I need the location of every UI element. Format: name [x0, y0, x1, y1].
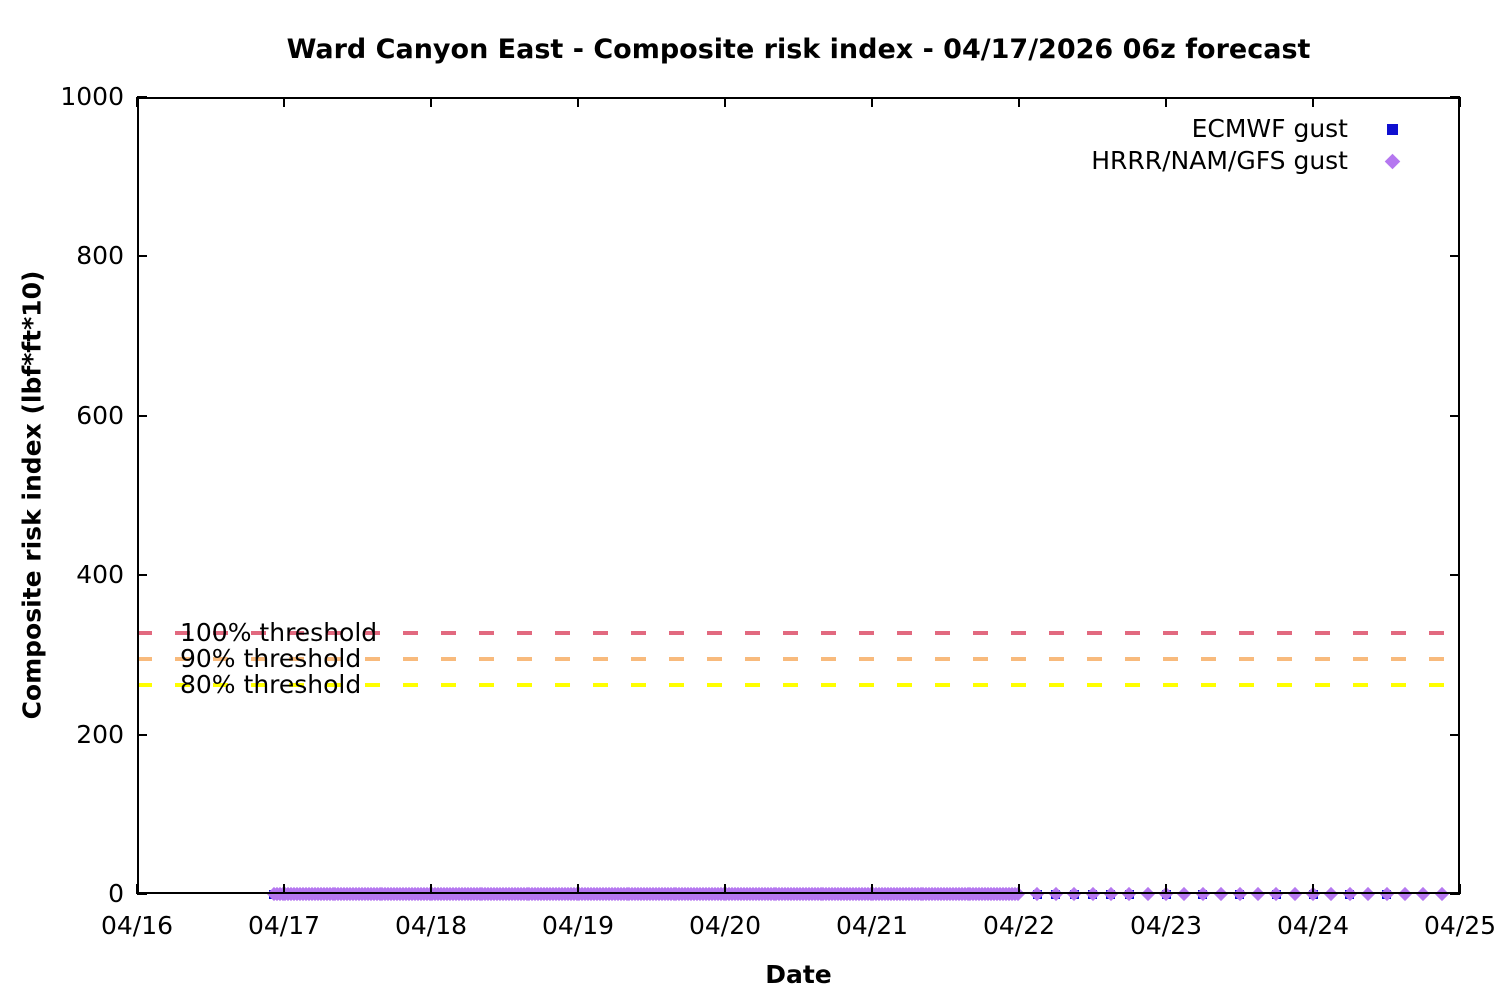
data-point-hrrr-nam-gfs — [1287, 886, 1302, 902]
data-point-hrrr-nam-gfs — [1214, 886, 1229, 902]
data-point-hrrr-nam-gfs — [1140, 886, 1155, 902]
x-tick-mark — [577, 97, 579, 107]
x-tick-mark — [136, 884, 138, 894]
y-tick-mark — [1450, 414, 1460, 417]
x-tick-mark — [283, 884, 285, 894]
composite-risk-chart: Ward Canyon East - Composite risk index … — [0, 0, 1500, 1000]
y-tick-label: 0 — [108, 879, 124, 908]
x-tick-mark — [1312, 884, 1314, 894]
x-axis-title: Date — [765, 960, 832, 989]
plot-area-border — [137, 97, 1460, 894]
y-tick-label: 800 — [76, 241, 124, 271]
y-axis-title: Composite risk index (lbf*ft*10) — [17, 270, 47, 720]
x-tick-label: 04/21 — [835, 911, 909, 940]
x-tick-mark — [1165, 884, 1167, 894]
x-tick-mark — [1018, 884, 1020, 894]
data-point-hrrr-nam-gfs — [1250, 886, 1265, 902]
chart-title: Ward Canyon East - Composite risk index … — [286, 34, 1311, 65]
x-tick-mark — [430, 884, 432, 894]
ecmwf-square-marker-icon — [1386, 123, 1398, 135]
x-tick-mark — [871, 884, 873, 894]
x-tick-label: 04/24 — [1276, 911, 1350, 940]
data-point-hrrr-nam-gfs — [1416, 886, 1431, 902]
y-tick-mark — [137, 96, 147, 98]
y-tick-mark — [1450, 255, 1460, 258]
x-tick-label: 04/20 — [688, 911, 762, 940]
y-tick-mark — [137, 893, 147, 895]
y-tick-mark — [1450, 574, 1460, 577]
x-tick-mark — [1459, 884, 1461, 894]
x-tick-mark — [724, 97, 726, 107]
x-tick-mark — [1018, 97, 1020, 107]
legend-marker-cell — [1386, 123, 1398, 135]
x-tick-mark — [724, 884, 726, 894]
y-tick-label: 200 — [76, 719, 124, 749]
x-tick-mark — [1312, 97, 1314, 107]
x-tick-label: 04/25 — [1423, 911, 1497, 940]
x-tick-mark — [283, 97, 285, 107]
hrrr-nam-gfs-diamond-marker-icon — [1384, 153, 1400, 169]
legend-label-ecmwf: ECMWF gust — [1191, 114, 1348, 143]
x-tick-label: 04/22 — [982, 911, 1056, 940]
y-tick-mark — [137, 414, 147, 417]
x-tick-mark — [577, 884, 579, 894]
x-tick-label: 04/16 — [100, 911, 174, 940]
data-point-hrrr-nam-gfs — [1434, 886, 1449, 902]
x-tick-mark — [430, 97, 432, 107]
x-tick-mark — [1165, 97, 1167, 107]
x-tick-label: 04/23 — [1129, 911, 1203, 940]
x-tick-label: 04/19 — [541, 911, 615, 940]
legend-entry-ecmwf: ECMWF gust — [1192, 114, 1398, 144]
y-tick-mark — [137, 574, 147, 577]
legend-marker-cell — [1384, 153, 1400, 169]
legend-label-hrrr-nam-gfs: HRRR/NAM/GFS gust — [1091, 146, 1348, 175]
x-tick-label: 04/18 — [394, 911, 468, 940]
legend-entry-hrrr-nam-gfs: HRRR/NAM/GFS gust — [1091, 146, 1400, 176]
x-tick-mark — [136, 97, 138, 107]
x-tick-mark — [1459, 97, 1461, 107]
y-tick-mark — [137, 733, 147, 736]
data-point-hrrr-nam-gfs — [1361, 886, 1376, 902]
y-tick-mark — [1450, 733, 1460, 736]
data-point-hrrr-nam-gfs — [1397, 886, 1412, 902]
y-tick-mark — [137, 255, 147, 258]
data-point-hrrr-nam-gfs — [1324, 886, 1339, 902]
x-tick-mark — [871, 97, 873, 107]
data-point-hrrr-nam-gfs — [1177, 886, 1192, 902]
x-tick-label: 04/17 — [247, 911, 321, 940]
threshold-label-2: 80% threshold — [180, 670, 362, 700]
y-tick-label: 1000 — [60, 82, 124, 111]
